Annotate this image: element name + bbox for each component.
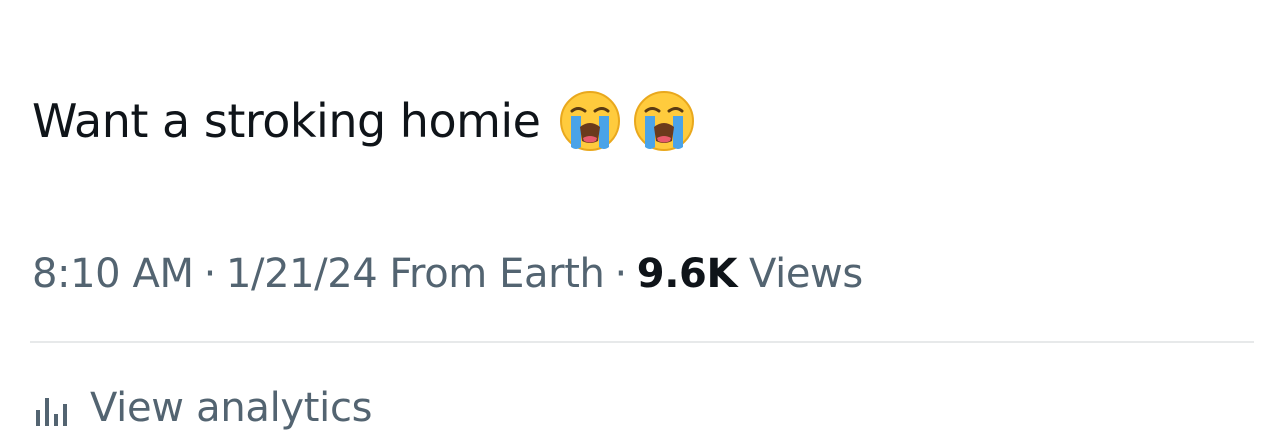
tweet-meta: 8:10 AM · 1/21/24 From Earth · 9.6K View…	[32, 246, 863, 302]
meta-separator: ·	[203, 251, 217, 297]
views-label: Views	[749, 251, 863, 297]
tweet-date[interactable]: 1/21/24	[226, 251, 378, 297]
bar-chart-icon	[36, 398, 67, 426]
emoji-group	[558, 89, 706, 153]
tweet-body: Want a stroking homie	[32, 94, 541, 148]
divider	[30, 341, 1254, 343]
tweet-time[interactable]: 8:10 AM	[32, 251, 194, 297]
view-analytics-link[interactable]: View analytics	[34, 380, 373, 436]
loudly-crying-face-icon	[560, 91, 621, 151]
tweet-text: Want a stroking homie	[32, 84, 706, 158]
loudly-crying-face-icon	[634, 91, 695, 151]
meta-separator: ·	[614, 251, 627, 297]
views-count: 9.6K	[636, 251, 738, 297]
view-analytics-label: View analytics	[90, 385, 373, 431]
tweet-source: From Earth	[389, 251, 605, 297]
